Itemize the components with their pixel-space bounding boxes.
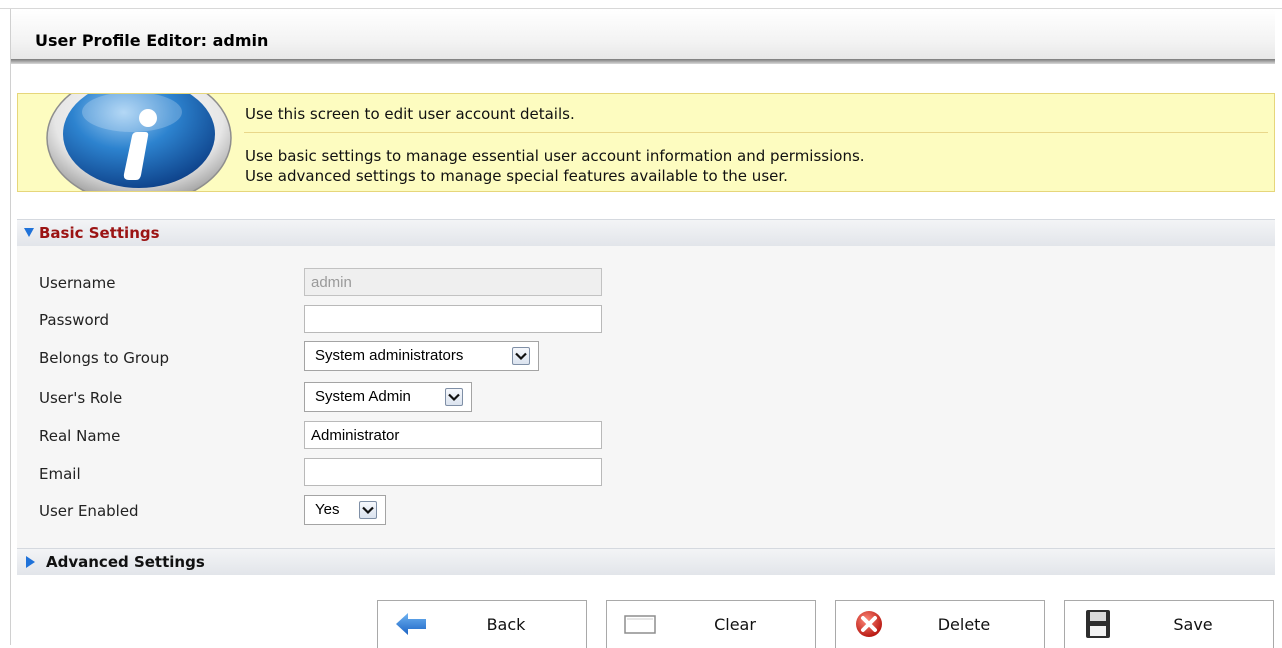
info-divider: [244, 132, 1268, 133]
page-left-border: [10, 9, 11, 645]
clear-button-label: Clear: [714, 615, 756, 634]
user-enabled-label: User Enabled: [39, 502, 139, 520]
page-title: User Profile Editor: admin: [35, 31, 269, 50]
info-advanced-text: Use advanced settings to manage special …: [245, 167, 788, 185]
expand-right-icon: [26, 556, 35, 568]
email-field[interactable]: [304, 458, 602, 486]
user-enabled-select[interactable]: Yes: [304, 495, 386, 525]
role-label: User's Role: [39, 389, 123, 407]
password-label: Password: [39, 311, 110, 329]
basic-settings-panel: [17, 246, 1275, 548]
advanced-settings-header[interactable]: Advanced Settings: [17, 548, 1275, 575]
chevron-down-icon[interactable]: [359, 501, 377, 519]
save-button-label: Save: [1173, 615, 1213, 634]
info-basic-text: Use basic settings to manage essential u…: [245, 147, 865, 165]
basic-settings-title: Basic Settings: [39, 224, 160, 242]
username-label: Username: [39, 274, 116, 292]
password-field[interactable]: [304, 305, 602, 333]
role-selected-value: System Admin: [315, 388, 411, 405]
info-detail-text: Use basic settings to manage essential u…: [245, 146, 865, 186]
group-select[interactable]: System administrators: [304, 341, 539, 371]
real-name-field[interactable]: [304, 421, 602, 449]
real-name-label: Real Name: [39, 427, 121, 445]
save-button[interactable]: Save: [1064, 600, 1274, 648]
back-button[interactable]: Back: [377, 600, 587, 648]
expand-down-icon: [24, 228, 34, 237]
delete-button-label: Delete: [937, 615, 991, 634]
role-select[interactable]: System Admin: [304, 382, 472, 412]
info-intro-text: Use this screen to edit user account det…: [245, 105, 575, 123]
basic-settings-header[interactable]: Basic Settings: [17, 219, 1275, 246]
username-field: [304, 268, 602, 296]
clear-button[interactable]: Clear: [606, 600, 816, 648]
email-label: Email: [39, 465, 81, 483]
page-top-border: [0, 0, 1282, 9]
advanced-settings-title: Advanced Settings: [46, 553, 205, 571]
delete-button[interactable]: Delete: [835, 600, 1045, 648]
back-button-label: Back: [486, 615, 526, 634]
chevron-down-icon[interactable]: [445, 388, 463, 406]
info-icon: [46, 94, 232, 191]
info-panel: Use this screen to edit user account det…: [17, 93, 1275, 192]
chevron-down-icon[interactable]: [512, 347, 530, 365]
user-enabled-selected-value: Yes: [315, 501, 340, 518]
group-selected-value: System administrators: [315, 347, 464, 364]
header-divider: [11, 59, 1275, 64]
group-label: Belongs to Group: [39, 349, 169, 367]
page-header: User Profile Editor: admin: [11, 10, 1275, 62]
